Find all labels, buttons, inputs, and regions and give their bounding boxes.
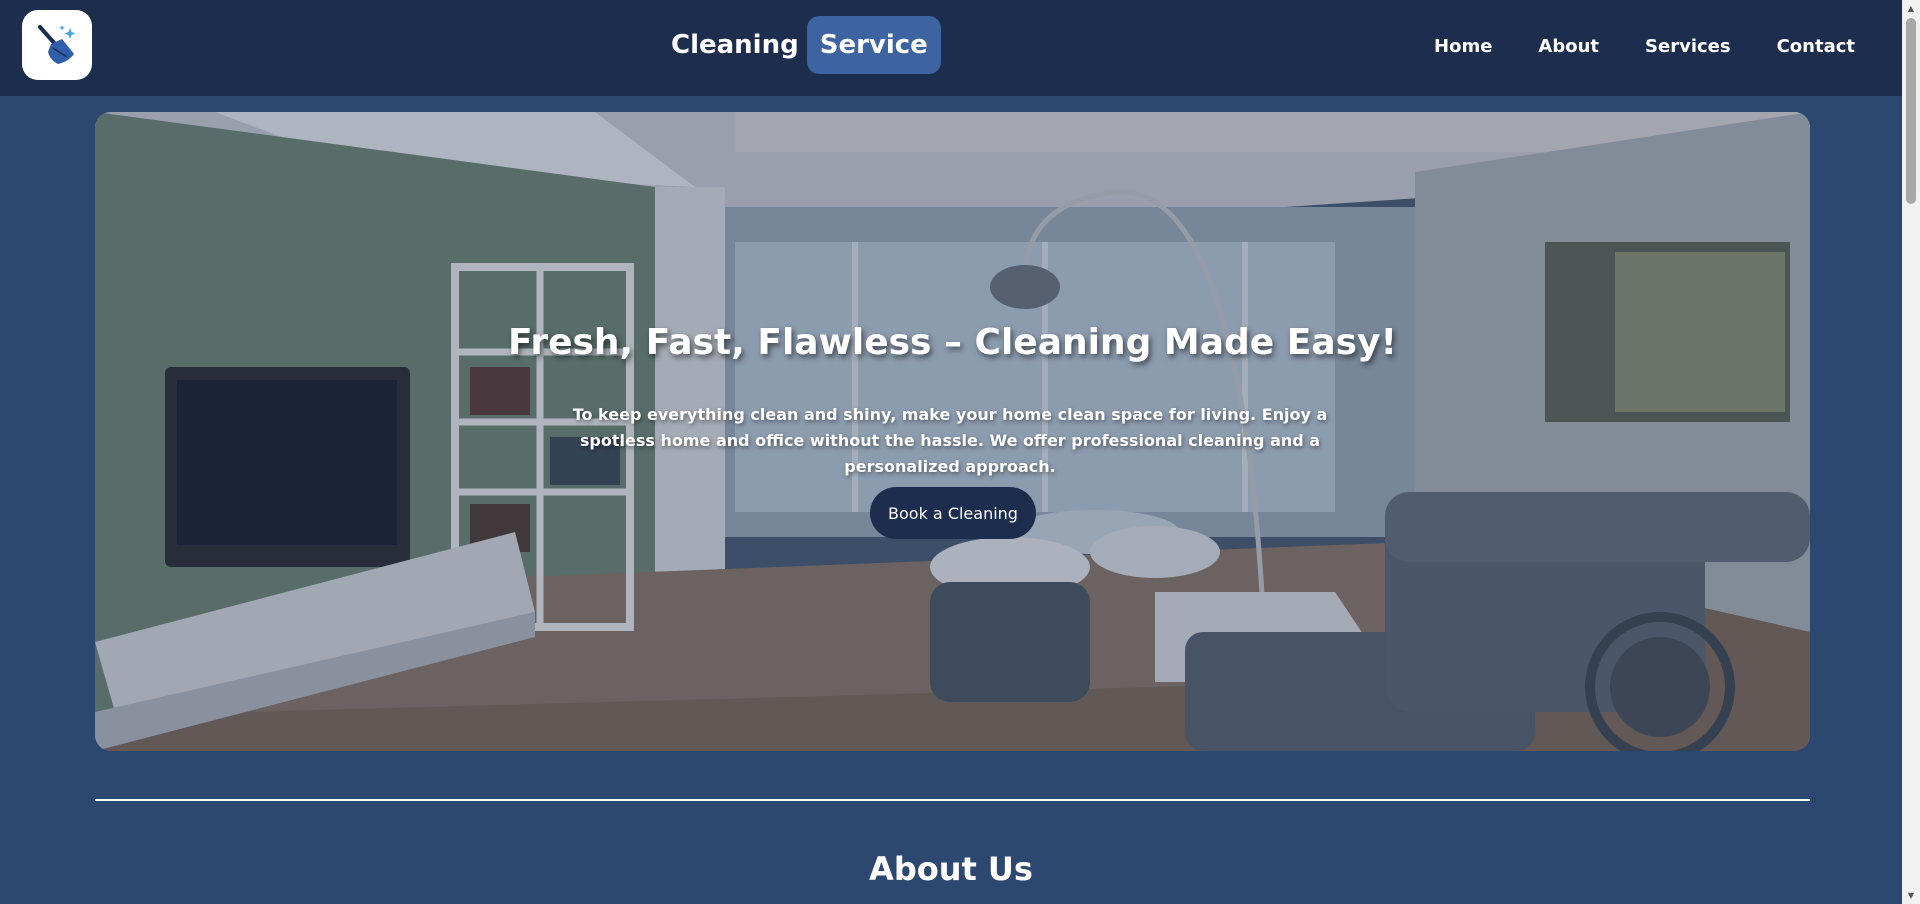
nav-link-about[interactable]: About	[1515, 36, 1622, 57]
scroll-down-arrow-icon[interactable]: ▼	[1902, 887, 1920, 904]
nav-menu: Home About Services Contact	[1411, 0, 1878, 92]
hero-title: Fresh, Fast, Flawless – Cleaning Made Ea…	[508, 322, 1397, 363]
nav-link-home[interactable]: Home	[1411, 36, 1515, 57]
hero-description: To keep everything clean and shiny, make…	[572, 405, 1328, 476]
brand-highlight: Service	[806, 16, 941, 74]
broom-sparkle-icon	[38, 25, 76, 64]
about-section-title: About Us	[869, 850, 1033, 888]
brand-word: Cleaning	[671, 30, 799, 60]
logo[interactable]	[22, 10, 92, 80]
section-divider	[95, 799, 1810, 801]
nav-link-contact[interactable]: Contact	[1754, 36, 1878, 57]
nav-link-services[interactable]: Services	[1622, 36, 1754, 57]
brand-title: Cleaning Service	[671, 16, 941, 74]
scrollbar-thumb[interactable]	[1906, 18, 1916, 204]
scroll-up-arrow-icon[interactable]: ▲	[1902, 0, 1920, 17]
hero-content: Fresh, Fast, Flawless – Cleaning Made Ea…	[95, 112, 1810, 751]
vertical-scrollbar[interactable]: ▲ ▼	[1902, 0, 1920, 904]
book-cleaning-button[interactable]: Book a Cleaning	[870, 487, 1036, 539]
navbar: Cleaning Service Home About Services Con…	[0, 0, 1902, 96]
hero-banner: Fresh, Fast, Flawless – Cleaning Made Ea…	[95, 112, 1810, 751]
